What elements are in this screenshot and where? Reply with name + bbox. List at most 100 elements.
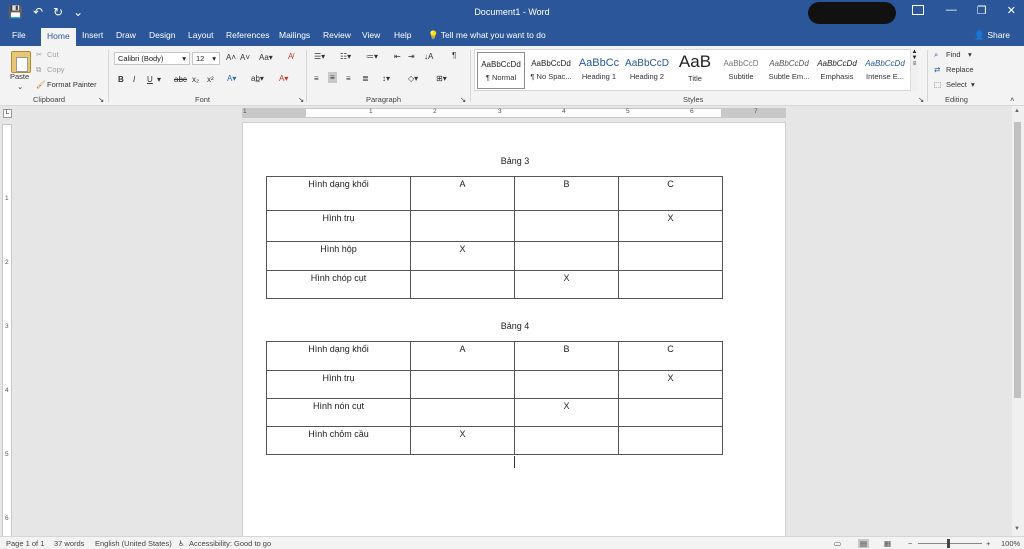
tab-help[interactable]: Help — [394, 30, 411, 40]
cut-button[interactable]: Cut — [47, 50, 59, 59]
tab-design[interactable]: Design — [149, 30, 175, 40]
scroll-up-icon[interactable]: ▲ — [1014, 108, 1020, 114]
restore-button[interactable]: ❐ — [977, 4, 987, 17]
font-size-combo[interactable]: 12 ▾ — [192, 52, 220, 65]
table-cell[interactable]: X — [514, 398, 619, 427]
table-cell[interactable]: X — [410, 241, 515, 271]
table-cell[interactable] — [514, 370, 619, 399]
table-cell[interactable]: A — [410, 176, 515, 211]
table-cell[interactable] — [514, 210, 619, 242]
collapse-ribbon-icon[interactable]: ˄ — [1010, 95, 1014, 104]
share-button[interactable]: 👤 Share — [974, 30, 1010, 41]
accessibility-status[interactable]: Accessibility: Good to go — [189, 539, 271, 548]
table-cell[interactable] — [514, 426, 619, 455]
underline-dropdown-icon[interactable]: ▾ — [157, 75, 161, 84]
styles-launcher-icon[interactable]: ↘ — [918, 95, 924, 104]
scrollbar-thumb[interactable] — [1014, 122, 1021, 398]
style-heading-2[interactable]: AaBbCcD Heading 2 — [623, 52, 671, 89]
table-cell[interactable]: B — [514, 341, 619, 371]
zoom-slider-thumb[interactable] — [947, 539, 950, 548]
align-center-icon[interactable]: ≡ — [328, 72, 337, 83]
table-cell[interactable]: B — [514, 176, 619, 211]
bold-button[interactable]: B — [118, 75, 124, 84]
align-right-icon[interactable]: ≡ — [346, 74, 351, 83]
superscript-button[interactable]: x² — [207, 75, 214, 84]
style-subtitle[interactable]: AaBbCcD Subtitle — [717, 52, 765, 89]
horizontal-ruler[interactable]: 1 1 2 3 4 5 6 7 — [242, 108, 786, 118]
format-painter-button[interactable]: Format Painter — [47, 80, 97, 89]
zoom-slider[interactable] — [918, 543, 982, 544]
paste-button[interactable]: Paste — [10, 72, 29, 81]
style-heading-1[interactable]: AaBbCc Heading 1 — [575, 52, 623, 89]
tab-home[interactable]: Home — [41, 28, 76, 46]
sort-icon[interactable]: ↓A — [424, 52, 433, 61]
table-cell[interactable]: X — [410, 426, 515, 455]
justify-icon[interactable]: ≣ — [362, 74, 369, 83]
tab-selector-icon[interactable]: L — [3, 109, 12, 118]
table-cell[interactable]: X — [618, 210, 723, 242]
close-button[interactable]: ✕ — [1007, 4, 1016, 17]
style-no-spacing[interactable]: AaBbCcDd ¶ No Spac... — [527, 52, 575, 89]
style-intense-emphasis[interactable]: AaBbCcDd Intense E... — [861, 52, 909, 89]
table-cell[interactable] — [618, 426, 723, 455]
table-cell[interactable] — [618, 270, 723, 299]
tab-layout[interactable]: Layout — [188, 30, 214, 40]
paragraph-launcher-icon[interactable]: ↘ — [460, 95, 466, 104]
table-cell[interactable]: Hình dạng khối — [266, 341, 411, 371]
shading-icon[interactable]: ◇▾ — [408, 74, 418, 83]
table-cell[interactable]: Hình chóp cụt — [266, 270, 411, 299]
numbering-icon[interactable]: ☷▾ — [340, 52, 351, 61]
copy-button[interactable]: Copy — [47, 65, 65, 74]
italic-button[interactable]: I — [133, 75, 135, 84]
table-cell[interactable]: Hình chỏm cầu — [266, 426, 411, 455]
document-page[interactable]: Bảng 3 Hình dạng khối A B C Hình trụ X H… — [242, 122, 786, 540]
zoom-out-icon[interactable]: − — [908, 539, 912, 548]
table-cell[interactable] — [410, 270, 515, 299]
table-cell[interactable] — [514, 241, 619, 271]
font-name-combo[interactable]: Calibri (Body) ▾ — [114, 52, 190, 65]
minimize-button[interactable]: — — [946, 4, 957, 17]
tab-draw[interactable]: Draw — [116, 30, 136, 40]
more-styles-icon[interactable]: ≡ — [911, 61, 918, 67]
tell-me-search[interactable]: 💡 Tell me what you want to do — [428, 30, 546, 41]
show-formatting-icon[interactable]: ¶ — [452, 51, 456, 60]
table-cell[interactable] — [618, 241, 723, 271]
increase-indent-icon[interactable]: ⇥ — [408, 52, 415, 61]
table-cell[interactable]: C — [618, 341, 723, 371]
print-layout-icon[interactable]: ▤ — [858, 539, 870, 548]
select-button[interactable]: Select — [946, 80, 967, 89]
grow-font-icon[interactable]: A˄ — [226, 53, 236, 62]
table-cell[interactable]: C — [618, 176, 723, 211]
table-cell[interactable]: Hình dạng khối — [266, 176, 411, 211]
table-cell[interactable]: Hình trụ — [266, 210, 411, 242]
table-cell[interactable]: Hình nón cụt — [266, 398, 411, 427]
page-count[interactable]: Page 1 of 1 — [6, 539, 44, 548]
word-count[interactable]: 37 words — [54, 539, 84, 548]
zoom-level[interactable]: 100% — [1001, 539, 1020, 548]
table-cell[interactable] — [618, 398, 723, 427]
table-cell[interactable] — [410, 370, 515, 399]
tab-file[interactable]: File — [12, 30, 26, 40]
styles-gallery-scroll[interactable]: ▲ ▼ ≡ — [910, 49, 918, 91]
paste-icon[interactable] — [11, 51, 31, 73]
table-cell[interactable] — [410, 398, 515, 427]
style-normal[interactable]: AaBbCcDd ¶ Normal — [477, 52, 525, 89]
font-color-icon[interactable]: A▾ — [279, 74, 288, 83]
style-title[interactable]: AaB Title — [671, 52, 719, 89]
multilevel-list-icon[interactable]: ≔▾ — [366, 52, 378, 61]
table-cell[interactable]: A — [410, 341, 515, 371]
underline-button[interactable]: U — [147, 75, 153, 84]
shrink-font-icon[interactable]: A˅ — [240, 53, 250, 62]
table-cell[interactable]: Hình hộp — [266, 241, 411, 271]
change-case-icon[interactable]: Aa▾ — [259, 53, 273, 62]
bullets-icon[interactable]: ☰▾ — [314, 52, 325, 61]
language-status[interactable]: English (United States) — [95, 539, 172, 548]
find-button[interactable]: Find — [946, 50, 961, 59]
clipboard-launcher-icon[interactable]: ↘ — [98, 95, 104, 104]
scroll-down-icon[interactable]: ▼ — [1014, 526, 1020, 532]
subscript-button[interactable]: x₂ — [192, 75, 199, 84]
line-spacing-icon[interactable]: ↕▾ — [382, 74, 390, 83]
select-dropdown-icon[interactable]: ▾ — [971, 80, 975, 89]
table-bang-4[interactable]: Hình dạng khối A B C Hình trụ X Hình nón… — [266, 341, 723, 455]
vertical-scrollbar[interactable]: ▲ ▼ — [1012, 106, 1024, 536]
